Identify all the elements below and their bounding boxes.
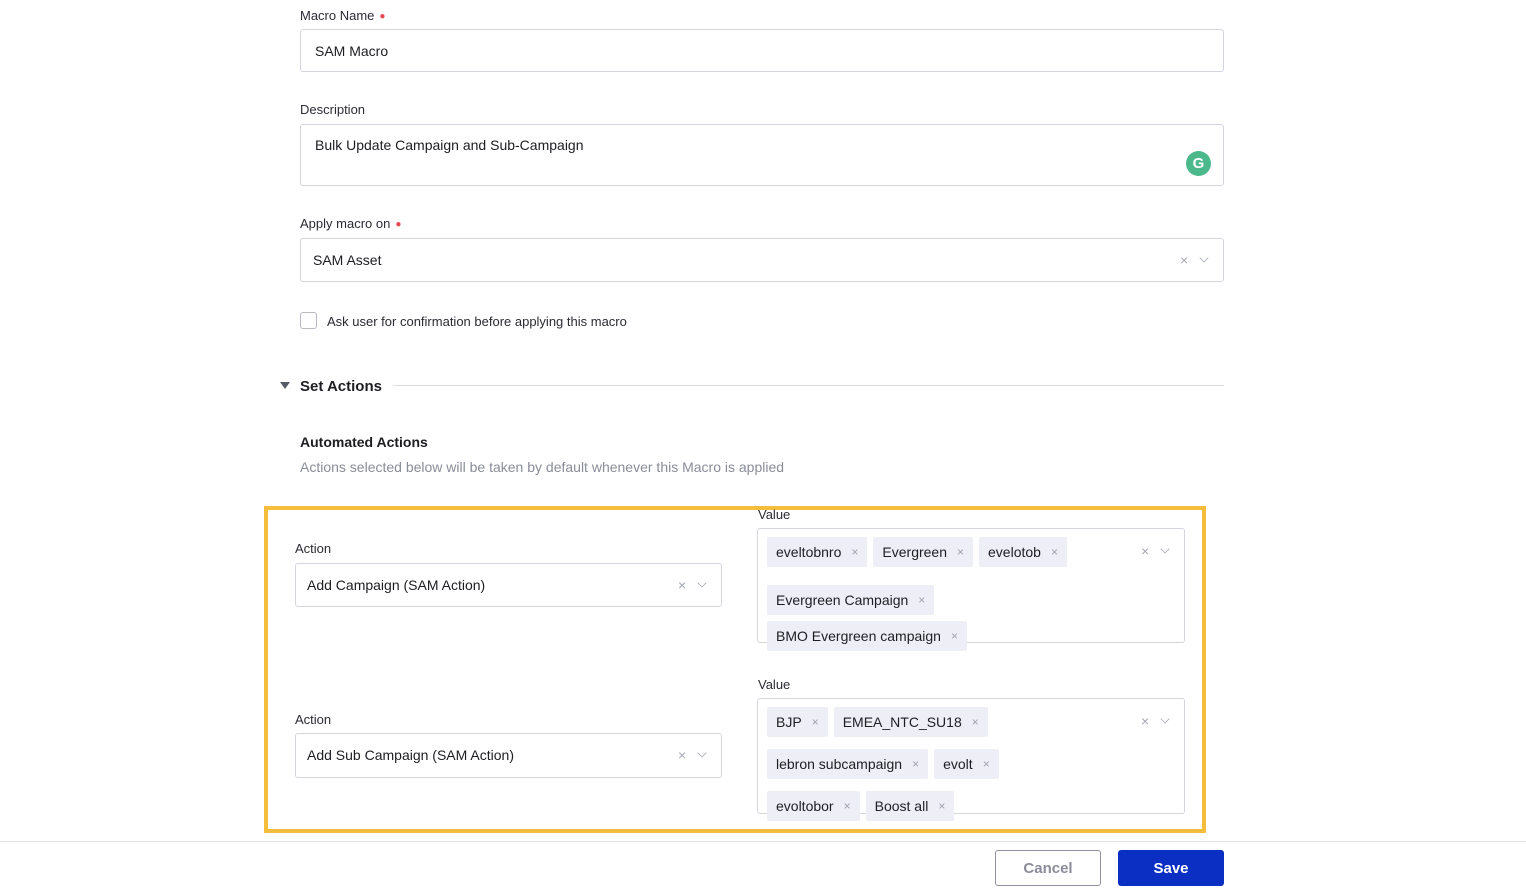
action-select[interactable]: Add Campaign (SAM Action) × [295, 563, 722, 607]
collapse-triangle-icon[interactable] [280, 382, 290, 389]
remove-chip-icon[interactable]: × [812, 715, 819, 729]
macro-name-input[interactable]: SAM Macro [300, 29, 1224, 72]
value-chip: evoltobor × [767, 791, 860, 821]
confirmation-checkbox[interactable] [300, 312, 317, 329]
remove-chip-icon[interactable]: × [972, 715, 979, 729]
required-indicator: ● [395, 219, 402, 230]
automated-actions-title: Automated Actions [300, 434, 428, 450]
chip-list: BJP × EMEA_NTC_SU18 × lebron subcampaign × evo… [767, 707, 1127, 821]
remove-chip-icon[interactable]: × [983, 757, 990, 771]
grammarly-icon[interactable]: G [1186, 151, 1211, 176]
value-chip: Evergreen Campaign × [767, 585, 935, 615]
value-label: Value [758, 677, 791, 692]
value-chip: Evergreen × [873, 537, 974, 567]
chevron-down-icon[interactable] [1160, 713, 1170, 724]
action-label: Action [295, 712, 332, 727]
action-select[interactable]: Add Sub Campaign (SAM Action) × [295, 733, 722, 778]
chevron-down-icon[interactable] [697, 577, 707, 588]
chevron-down-icon[interactable] [697, 747, 707, 758]
value-multiselect[interactable]: eveltobnro × Evergreen × evelotob × Evergreen … [757, 528, 1185, 651]
save-button[interactable]: Save [1118, 850, 1224, 886]
remove-chip-icon[interactable]: × [844, 799, 851, 813]
action-label: Action [295, 541, 332, 556]
chip-label: Evergreen [882, 544, 947, 560]
chip-label: evelotob [988, 544, 1041, 560]
clear-all-icon[interactable]: × [1141, 714, 1149, 728]
action-value: Add Sub Campaign (SAM Action) [307, 747, 514, 763]
value-chip: lebron subcampaign × [767, 749, 929, 779]
value-chip: evolt × [934, 749, 999, 779]
macro-name-label-text: Macro Name [300, 8, 375, 23]
chevron-down-icon[interactable] [1160, 543, 1170, 554]
description-label: Description [300, 102, 366, 117]
value-chip: evelotob × [979, 537, 1067, 567]
footer-divider [0, 841, 1526, 842]
clear-icon[interactable]: × [678, 578, 686, 592]
chip-label: Evergreen Campaign [776, 592, 909, 608]
required-indicator: ● [379, 11, 386, 22]
section-divider [393, 385, 1224, 386]
cancel-button[interactable]: Cancel [995, 850, 1101, 886]
chip-label: EMEA_NTC_SU18 [842, 714, 962, 730]
remove-chip-icon[interactable]: × [938, 799, 945, 813]
apply-macro-on-select[interactable]: SAM Asset × [300, 238, 1224, 282]
remove-chip-icon[interactable]: × [957, 545, 964, 559]
automated-actions-description: Actions selected below will be taken by … [300, 459, 785, 475]
confirmation-label: Ask user for confirmation before applyin… [327, 314, 627, 329]
clear-all-icon[interactable]: × [1141, 544, 1149, 558]
value-chip: EMEA_NTC_SU18 × [833, 707, 988, 737]
clear-icon[interactable]: × [678, 748, 686, 762]
remove-chip-icon[interactable]: × [912, 757, 919, 771]
apply-macro-on-label: Apply macro on ● [300, 216, 401, 231]
remove-chip-icon[interactable]: × [1051, 545, 1058, 559]
macro-name-value: SAM Macro [315, 43, 389, 59]
set-actions-title[interactable]: Set Actions [300, 378, 382, 395]
value-chip: BMO Evergreen campaign × [767, 621, 967, 651]
value-multiselect[interactable]: BJP × EMEA_NTC_SU18 × lebron subcampaign × evo… [757, 698, 1185, 821]
value-label: Value [758, 507, 791, 522]
chip-label: BJP [776, 714, 802, 730]
value-chip: BJP × [767, 707, 828, 737]
chip-label: Boost all [874, 798, 929, 814]
apply-macro-on-value: SAM Asset [313, 252, 382, 268]
description-value: Bulk Update Campaign and Sub-Campaign [315, 137, 584, 153]
value-chip: eveltobnro × [767, 537, 868, 567]
macro-name-label: Macro Name ● [300, 8, 385, 23]
clear-icon[interactable]: × [1180, 253, 1188, 267]
chevron-down-icon[interactable] [1199, 252, 1209, 263]
chip-label: BMO Evergreen campaign [776, 628, 941, 644]
chip-label: evoltobor [776, 798, 834, 814]
chip-label: evolt [943, 756, 973, 772]
remove-chip-icon[interactable]: × [918, 593, 925, 607]
action-value: Add Campaign (SAM Action) [307, 577, 486, 593]
remove-chip-icon[interactable]: × [951, 629, 958, 643]
value-chip: Boost all × [865, 791, 955, 821]
apply-macro-on-label-text: Apply macro on [300, 216, 391, 231]
description-textarea[interactable]: Bulk Update Campaign and Sub-Campaign G [300, 124, 1224, 186]
chip-list: eveltobnro × Evergreen × evelotob × Evergreen … [767, 537, 1127, 651]
chip-label: eveltobnro [776, 544, 842, 560]
remove-chip-icon[interactable]: × [851, 545, 858, 559]
chip-label: lebron subcampaign [776, 756, 903, 772]
